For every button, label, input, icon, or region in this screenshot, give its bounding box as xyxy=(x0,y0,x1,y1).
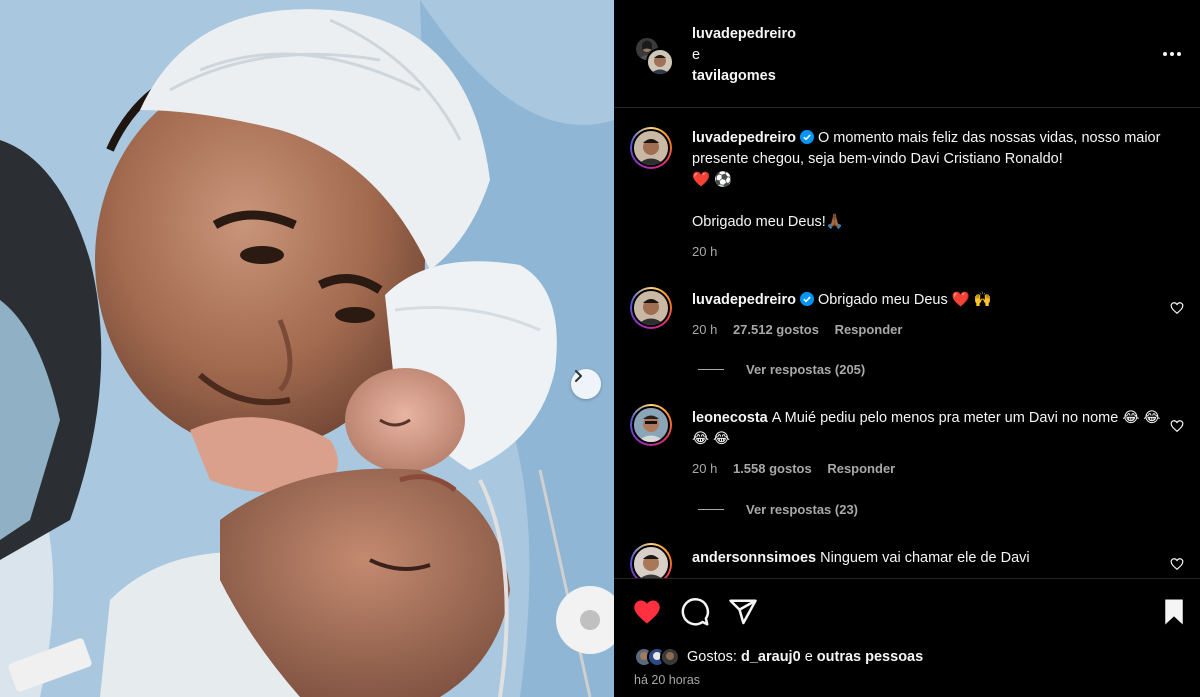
comments-list[interactable]: luvadepedreiro O momento mais feliz das n… xyxy=(614,109,1200,578)
verified-badge-icon xyxy=(799,292,814,306)
comment-like-icon[interactable] xyxy=(1170,557,1184,571)
likes-label: Gostos: xyxy=(687,649,737,665)
caption-emojis: ❤️ ⚽ xyxy=(692,172,733,188)
view-replies-button[interactable]: Ver respostas (23) xyxy=(698,502,858,517)
photo-illustration xyxy=(0,0,614,697)
comment-text-block: luvadepedreiro Obrigado meu Deus ❤️ 🙌 xyxy=(692,290,1152,311)
comment-likes[interactable]: 1.558 gostos xyxy=(733,461,812,476)
heart-filled-icon[interactable] xyxy=(632,597,662,627)
post-header: luvadepedreiro e tavilagomes xyxy=(614,0,1200,108)
view-replies-label: Ver respostas (23) xyxy=(746,502,859,517)
comment-username[interactable]: leonecosta xyxy=(692,410,768,426)
reply-button[interactable]: Responder xyxy=(835,322,903,337)
comment-text-block: andersonnsimoes Ninguem vai chamar ele de… xyxy=(692,548,1162,569)
comment-likes[interactable]: 27.512 gostos xyxy=(733,322,819,337)
more-options-icon[interactable] xyxy=(1160,44,1184,64)
comment-like-icon[interactable] xyxy=(1170,419,1184,433)
comment-meta: 20 h 27.512 gostos Responder xyxy=(692,322,914,337)
comment-avatar[interactable] xyxy=(630,287,672,329)
chevron-right-icon xyxy=(575,370,582,382)
comment-time[interactable]: 20 h xyxy=(692,461,717,476)
likes-connector: e xyxy=(804,649,813,665)
send-icon[interactable] xyxy=(728,597,758,627)
carousel-next-button[interactable] xyxy=(571,369,601,399)
comment-username[interactable]: luvadepedreiro xyxy=(692,292,796,308)
caption-username[interactable]: luvadepedreiro xyxy=(692,130,796,146)
view-replies-button[interactable]: Ver respostas (205) xyxy=(698,362,865,377)
header-username-1[interactable]: luvadepedreiro xyxy=(692,24,796,45)
collab-avatars[interactable] xyxy=(634,36,674,76)
comment-icon[interactable] xyxy=(680,597,710,627)
view-replies-label: Ver respostas (205) xyxy=(746,362,866,377)
avatar-user2[interactable] xyxy=(646,48,674,76)
comment-meta: 20 h 1.558 gostos Responder xyxy=(692,461,907,476)
comment-time[interactable]: 20 h xyxy=(692,322,717,337)
post-actions xyxy=(614,578,1200,697)
likes-user[interactable]: d_arauj0 xyxy=(741,649,801,665)
comment-body: Ninguem vai chamar ele de Davi xyxy=(820,550,1030,566)
header-username-2[interactable]: tavilagomes xyxy=(692,66,796,87)
comment-username[interactable]: andersonnsimoes xyxy=(692,550,816,566)
likes-others[interactable]: outras pessoas xyxy=(817,649,923,665)
bookmark-filled-icon[interactable] xyxy=(1159,597,1189,627)
caption-meta: 20 h xyxy=(692,244,729,259)
header-connector: e xyxy=(692,47,701,63)
liker-avatar xyxy=(660,647,680,667)
comment-text-block: leonecosta A Muié pediu pelo menos pra me… xyxy=(692,408,1162,450)
comment-body: Obrigado meu Deus ❤️ 🙌 xyxy=(817,292,992,308)
verified-badge-icon xyxy=(799,130,814,144)
caption-avatar[interactable] xyxy=(630,127,672,169)
post-details-panel: luvadepedreiro e tavilagomes luvadepedre… xyxy=(614,0,1200,697)
caption-text-block: luvadepedreiro O momento mais feliz das n… xyxy=(692,128,1182,233)
caption-line2: Obrigado meu Deus!🙏🏾 xyxy=(692,214,844,230)
post-time[interactable]: há 20 horas xyxy=(634,673,700,687)
comment-avatar[interactable] xyxy=(630,404,672,446)
reply-button[interactable]: Responder xyxy=(827,461,895,476)
comment-avatar[interactable] xyxy=(630,543,672,578)
comment-like-icon[interactable] xyxy=(1170,301,1184,315)
likes-summary: Gostos: d_arauj0 e outras pessoas xyxy=(634,647,923,667)
caption-time[interactable]: 20 h xyxy=(692,244,717,259)
post-photo[interactable] xyxy=(0,0,614,697)
